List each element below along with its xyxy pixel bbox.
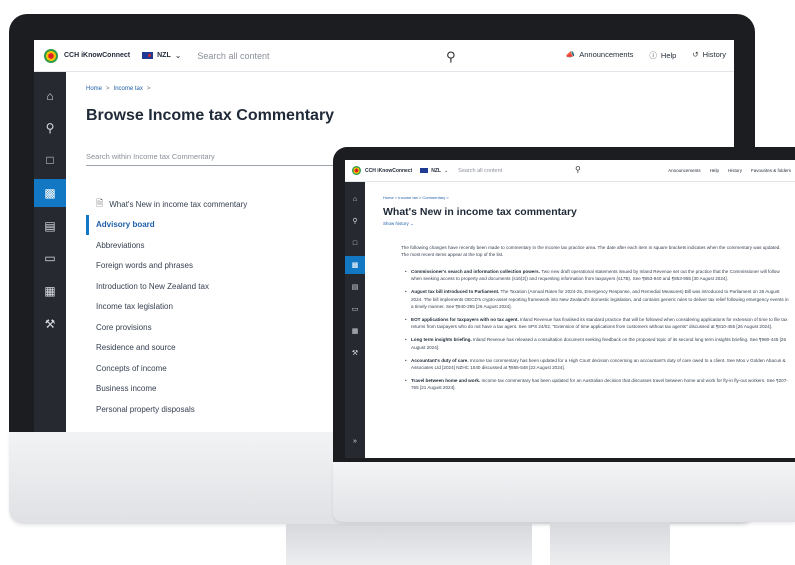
global-search-input[interactable]: Search all content xyxy=(458,168,502,174)
list-item[interactable]: Business income xyxy=(86,379,354,400)
list-item[interactable]: Personal property disposals xyxy=(86,399,354,420)
news-icon[interactable]: ▤ xyxy=(34,212,66,240)
brand-logo-icon[interactable] xyxy=(352,166,361,175)
history-link[interactable]: ↺ History xyxy=(692,50,726,61)
search-icon[interactable]: ⚲ xyxy=(446,49,456,65)
help-link[interactable]: Help xyxy=(710,168,719,173)
region-selector[interactable]: NZL xyxy=(431,168,441,174)
news-icon[interactable]: ▤ xyxy=(345,278,365,296)
list-item[interactable]: Introduction to New Zealand tax xyxy=(86,276,354,297)
small-monitor-stand xyxy=(550,522,670,565)
brand-name[interactable]: CCH iKnowConnect xyxy=(64,52,130,59)
history-link[interactable]: History xyxy=(728,168,742,173)
breadcrumb-home[interactable]: Home xyxy=(383,195,394,200)
library-icon[interactable]: ▩ xyxy=(34,179,66,207)
brand-name[interactable]: CCH iKnowConnect xyxy=(365,168,412,174)
list-item[interactable]: Concepts of income xyxy=(86,358,354,379)
megaphone-icon: 📣 xyxy=(565,50,576,59)
large-monitor-stand xyxy=(286,524,532,565)
book-icon[interactable]: ▭ xyxy=(345,300,365,318)
list-item: Accountant's duty of care. Income tax co… xyxy=(405,357,789,371)
document-icon: 🗎 xyxy=(96,198,104,209)
small-monitor-chin xyxy=(333,462,795,522)
breadcrumb-income-tax[interactable]: Income tax xyxy=(114,86,143,92)
favourites-link[interactable]: Favourites & folders xyxy=(751,168,791,173)
update-list: Commissioner's search and information co… xyxy=(405,268,789,398)
list-item[interactable]: Income tax legislation xyxy=(86,297,354,318)
page-title: What's New in income tax commentary xyxy=(383,206,577,218)
list-item: August tax bill introduced to Parliament… xyxy=(405,288,789,310)
expand-icon[interactable]: » xyxy=(345,432,365,450)
list-item-selected[interactable]: Advisory board xyxy=(86,214,354,235)
list-item[interactable]: Foreign words and phrases xyxy=(86,256,354,277)
nz-flag-icon xyxy=(420,168,429,173)
list-item[interactable]: Residence and source xyxy=(86,338,354,359)
breadcrumb-income-tax[interactable]: Income tax xyxy=(398,195,418,200)
calculator-icon[interactable]: ▦ xyxy=(345,322,365,340)
brand-logo-icon[interactable] xyxy=(44,48,58,63)
show-history-link[interactable]: Show history ⌄ xyxy=(383,221,414,227)
list-item: Commissioner's search and information co… xyxy=(405,268,789,282)
commentary-search-input[interactable]: Search within Income tax Commentary xyxy=(86,148,354,166)
small-monitor-screen: CCH iKnowConnect NZL ⌄ Search all conten… xyxy=(345,160,795,458)
left-navigation: ⌂ ⚲ □ ▩ ▤ ▭ ▦ ⚒ xyxy=(34,72,66,432)
bookmark-icon[interactable]: □ xyxy=(34,146,66,174)
breadcrumb: Home > Income tax > Commentary > xyxy=(383,195,449,200)
list-item: Travel between home and work. Income tax… xyxy=(405,377,789,391)
search-icon[interactable]: ⚲ xyxy=(575,165,581,174)
announcements-link[interactable]: Announcements xyxy=(668,168,701,173)
search-nav-icon[interactable]: ⚲ xyxy=(34,114,66,142)
breadcrumb-home[interactable]: Home xyxy=(86,86,102,92)
list-item[interactable]: 🗎 What's New in income tax commentary xyxy=(86,194,354,215)
library-icon[interactable]: ▩ xyxy=(345,256,365,274)
top-bar: CCH iKnowConnect NZL ⌄ Search all conten… xyxy=(34,40,734,72)
region-selector[interactable]: NZL xyxy=(157,52,171,59)
list-item[interactable]: Core provisions xyxy=(86,317,354,338)
home-icon[interactable]: ⌂ xyxy=(345,190,365,208)
help-link[interactable]: ⓘ Help xyxy=(649,50,676,61)
top-actions-small: Announcements Help History Favourites & … xyxy=(668,168,791,173)
bookmark-icon[interactable]: □ xyxy=(345,234,365,252)
chevron-down-icon[interactable]: ⌄ xyxy=(175,51,182,60)
global-search-input[interactable]: Search all content xyxy=(197,51,269,61)
breadcrumb: Home > Income tax > xyxy=(86,86,151,92)
intro-paragraph: The following changes have recently been… xyxy=(401,245,781,258)
page-title: Browse Income tax Commentary xyxy=(86,107,335,124)
left-navigation-small: ⌂ ⚲ □ ▩ ▤ ▭ ▦ ⚒ » xyxy=(345,182,365,458)
list-item: Long term insights briefing. Inland Reve… xyxy=(405,336,789,350)
list-item: EOT applications for taxpayers with no t… xyxy=(405,316,789,330)
book-icon[interactable]: ▭ xyxy=(34,244,66,272)
help-icon: ⓘ xyxy=(649,51,657,60)
tools-icon[interactable]: ⚒ xyxy=(34,310,66,338)
top-actions: 📣 Announcements ⓘ Help ↺ History xyxy=(566,50,726,61)
list-item[interactable]: Abbreviations xyxy=(86,235,354,256)
breadcrumb-commentary[interactable]: Commentary xyxy=(422,195,445,200)
calculator-icon[interactable]: ▦ xyxy=(34,277,66,305)
top-bar-small: CCH iKnowConnect NZL ⌄ Search all conten… xyxy=(345,160,795,182)
chevron-down-icon[interactable]: ⌄ xyxy=(444,168,448,174)
nz-flag-icon xyxy=(142,52,154,59)
search-nav-icon[interactable]: ⚲ xyxy=(345,212,365,230)
history-icon: ↺ xyxy=(692,50,699,59)
home-icon[interactable]: ⌂ xyxy=(34,82,66,110)
announcements-link[interactable]: 📣 Announcements xyxy=(566,50,634,61)
commentary-list: 🗎 What's New in income tax commentary Adv… xyxy=(86,194,354,420)
tools-icon[interactable]: ⚒ xyxy=(345,344,365,362)
